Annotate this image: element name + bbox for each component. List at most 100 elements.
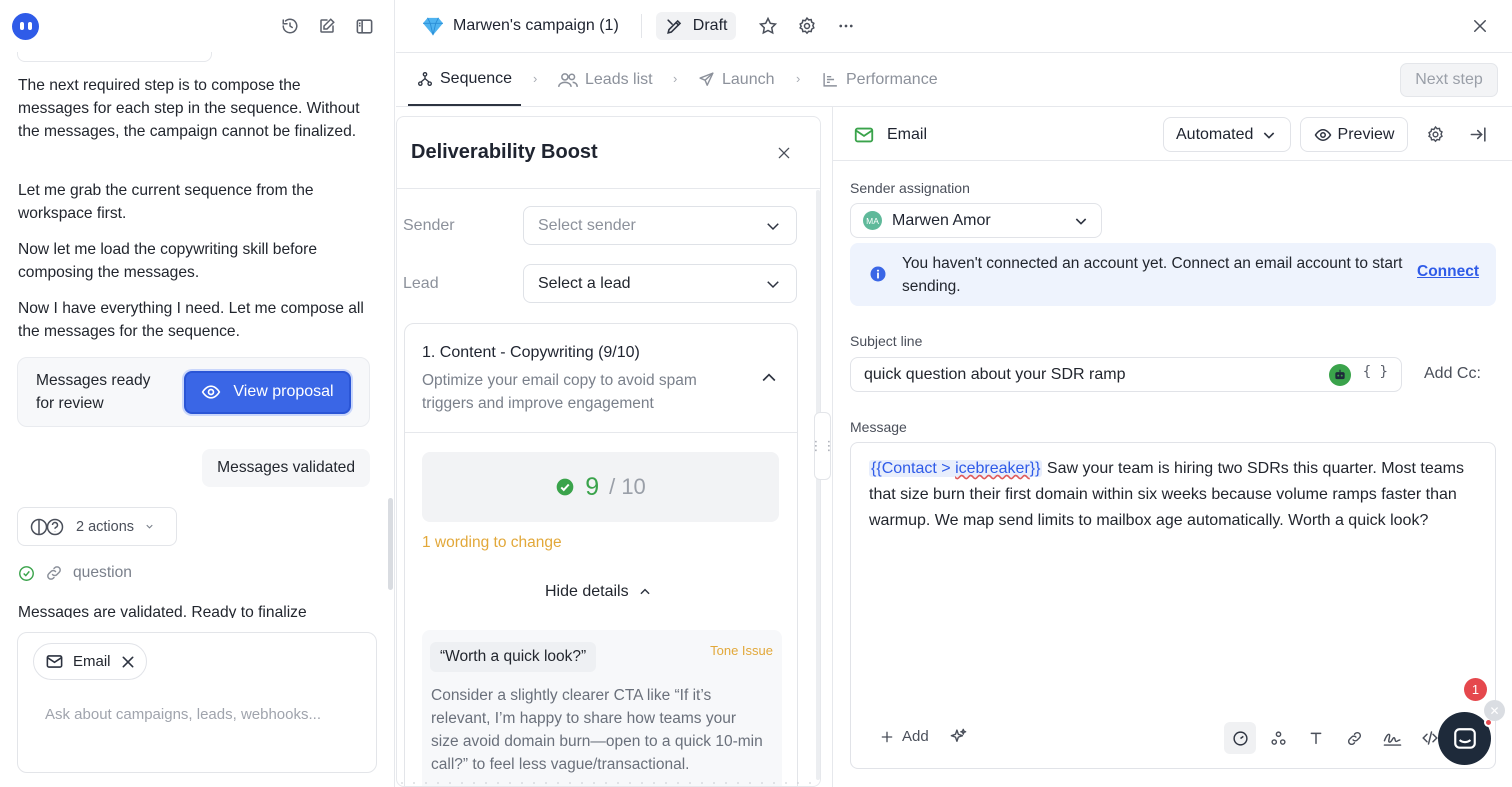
sender-assignation-select[interactable]: MA Marwen Amor xyxy=(850,203,1102,238)
status-label: Draft xyxy=(692,17,728,34)
close-icon[interactable] xyxy=(120,654,136,670)
chevron-down-icon xyxy=(144,521,155,532)
lead-label: Lead xyxy=(403,275,439,292)
close-icon[interactable] xyxy=(776,145,792,161)
chevron-down-icon xyxy=(764,217,782,235)
eye-icon xyxy=(201,382,221,402)
link-icon[interactable] xyxy=(1338,722,1370,754)
sender-label: Sender xyxy=(403,217,455,234)
chevron-up-icon[interactable] xyxy=(759,368,779,388)
sparkle-icon[interactable] xyxy=(949,727,968,746)
tool-call-label: question xyxy=(73,564,132,581)
message-editor[interactable]: {{Contact > icebreaker}} Saw your team i… xyxy=(850,442,1496,769)
actions-label: 2 actions xyxy=(76,518,135,535)
sequence-icon xyxy=(417,71,433,87)
connect-account-notice: You haven't connected an account yet. Co… xyxy=(850,243,1496,306)
check-circle-icon xyxy=(555,477,575,497)
signature-icon[interactable] xyxy=(1376,722,1408,754)
robot-icon[interactable] xyxy=(1329,364,1351,386)
assistant-message: Now let me load the copywriting skill be… xyxy=(18,241,318,281)
issue-suggestion: Consider a slightly clearer CTA like “If… xyxy=(431,687,763,773)
eye-icon xyxy=(1314,126,1332,144)
variable-braces-button[interactable]: { } xyxy=(1363,364,1388,380)
chevron-up-icon xyxy=(638,585,652,599)
tab-label: Performance xyxy=(846,70,938,88)
divider xyxy=(640,14,642,38)
launch-icon xyxy=(698,71,715,88)
draft-icon xyxy=(665,17,684,36)
mail-icon xyxy=(45,652,64,671)
tab-launch[interactable]: Launch xyxy=(698,53,775,106)
add-cc-button[interactable]: Add Cc: xyxy=(1424,365,1481,383)
leads-icon xyxy=(558,71,578,89)
close-icon[interactable] xyxy=(1470,16,1490,36)
settings-icon[interactable] xyxy=(797,16,817,36)
collapse-panel-icon[interactable] xyxy=(1468,124,1488,144)
sidebar-icon[interactable] xyxy=(354,16,374,36)
preview-button[interactable]: Preview xyxy=(1300,117,1408,152)
composer-input[interactable]: Ask about campaigns, leads, webhooks... xyxy=(45,704,345,726)
assistant-header xyxy=(0,0,394,52)
previous-message-chip xyxy=(17,52,212,62)
subject-field[interactable]: quick question about your SDR ramp { } xyxy=(850,357,1402,392)
compose-icon[interactable] xyxy=(317,16,337,36)
connect-link[interactable]: Connect xyxy=(1417,263,1479,281)
notification-badge: 1 xyxy=(1464,678,1487,701)
lead-select[interactable]: Select a lead xyxy=(523,264,797,303)
campaign-header: Marwen's campaign (1) Draft xyxy=(396,0,1512,53)
preview-label: Preview xyxy=(1337,125,1395,143)
email-editor-header: Email Automated Preview xyxy=(833,107,1512,161)
chevron-right-icon: › xyxy=(796,71,801,86)
section-subtitle: Optimize your email copy to avoid spam t… xyxy=(422,372,697,412)
chevron-down-icon xyxy=(1073,213,1089,229)
hide-details-toggle[interactable]: Hide details xyxy=(545,583,652,601)
spam-check-icon[interactable] xyxy=(1224,722,1256,754)
text-format-icon[interactable] xyxy=(1300,722,1332,754)
actions-dropdown[interactable]: 2 actions xyxy=(17,507,177,546)
view-proposal-button[interactable]: View proposal xyxy=(184,370,351,414)
sender-select[interactable]: Select sender xyxy=(523,206,797,245)
performance-icon xyxy=(822,71,839,88)
score-box: 9 / 10 xyxy=(422,452,779,522)
variable-token[interactable]: {{Contact > icebreaker}} xyxy=(869,460,1043,477)
campaign-title[interactable]: Marwen's campaign (1) xyxy=(453,17,619,35)
info-icon xyxy=(869,265,887,283)
panel-title: Deliverability Boost xyxy=(411,141,598,163)
resize-handle[interactable]: ⋮⋮ xyxy=(810,412,836,480)
tab-sequence[interactable]: Sequence xyxy=(408,53,522,106)
sender-name: Marwen Amor xyxy=(892,211,991,229)
chevron-right-icon: › xyxy=(673,71,678,86)
tab-leads-list[interactable]: Leads list xyxy=(558,53,653,106)
chat-composer[interactable]: Email Ask about campaigns, leads, webhoo… xyxy=(17,632,377,773)
section-title: 1. Content - Copywriting (9/10) xyxy=(422,344,640,361)
context-chip-email[interactable]: Email xyxy=(33,643,147,680)
tool-call-row: question xyxy=(18,564,132,582)
mode-select[interactable]: Automated xyxy=(1163,117,1291,152)
next-step-button[interactable]: Next step xyxy=(1400,63,1498,97)
star-icon[interactable] xyxy=(758,16,778,36)
user-message: Messages validated xyxy=(202,449,370,487)
add-button[interactable]: Add xyxy=(879,728,929,745)
chat-scrollbar[interactable] xyxy=(388,498,393,590)
chat-icon xyxy=(1452,726,1478,752)
tab-label: Launch xyxy=(722,70,775,88)
chevron-down-icon xyxy=(1261,127,1277,143)
panel-scrollbar[interactable] xyxy=(816,190,820,780)
email-editor: Email Automated Preview Sender assignati… xyxy=(832,107,1512,787)
logo-icon[interactable] xyxy=(12,12,39,40)
settings-icon[interactable] xyxy=(1425,124,1445,144)
history-icon[interactable] xyxy=(280,16,300,36)
divider xyxy=(396,779,821,787)
section-header[interactable]: 1. Content - Copywriting (9/10) Optimize… xyxy=(405,324,797,433)
message-body[interactable]: {{Contact > icebreaker}} Saw your team i… xyxy=(869,456,1481,534)
more-icon[interactable] xyxy=(836,16,856,36)
sender-assignation-label: Sender assignation xyxy=(850,180,970,196)
status-badge[interactable]: Draft xyxy=(655,12,737,40)
support-chat-button[interactable] xyxy=(1438,712,1493,765)
blocks-icon[interactable] xyxy=(1262,722,1294,754)
assistant-message: Messages are validated. Ready to finaliz… xyxy=(18,604,307,618)
email-title-label: Email xyxy=(887,126,928,143)
tab-performance[interactable]: Performance xyxy=(822,53,938,106)
score-value: 9 xyxy=(585,472,600,501)
close-icon[interactable]: ✕ xyxy=(1484,700,1505,721)
